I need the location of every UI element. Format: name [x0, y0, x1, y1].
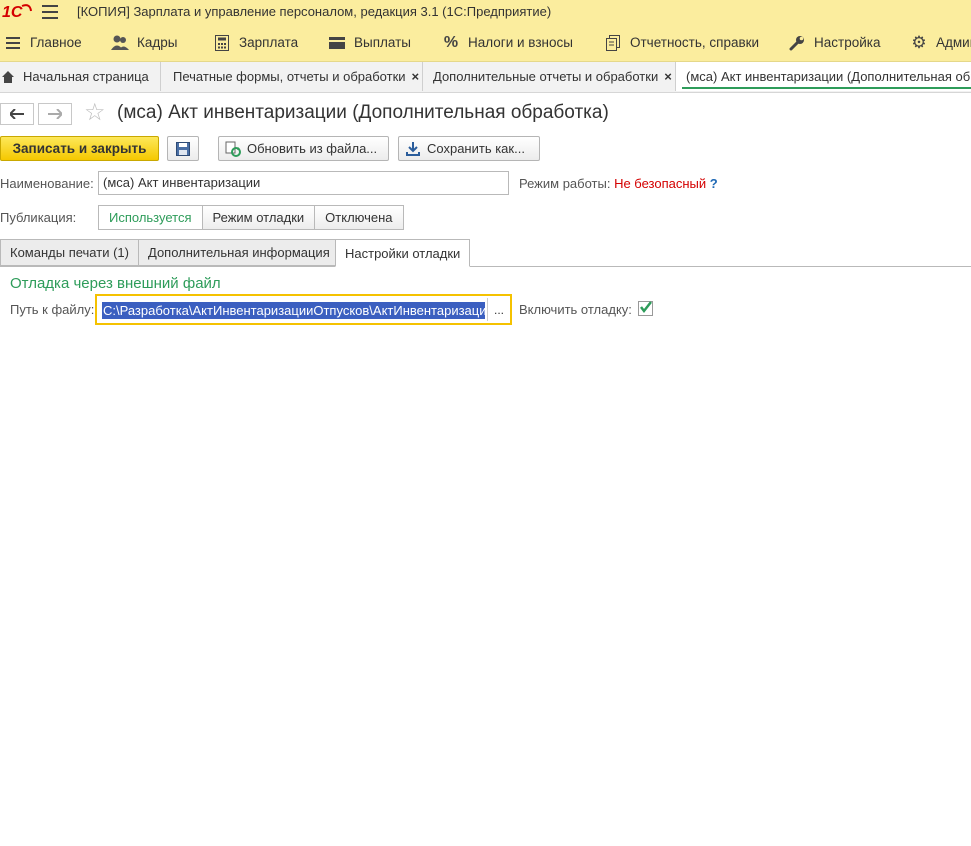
tab-label: Дополнительные отчеты и обработки [433, 69, 659, 84]
publication-label: Публикация: [0, 210, 77, 225]
tab-print-forms[interactable]: Печатные формы, отчеты и обработки × [161, 62, 423, 91]
sections-panel: Главное Кадры Зарплата Выплаты % Налоги … [0, 24, 971, 62]
enable-debug-label: Включить отладку: [519, 302, 632, 317]
checkmark-icon [640, 301, 652, 314]
save-and-close-button[interactable]: Записать и закрыть [0, 136, 159, 161]
section-admin[interactable]: ⚙ Админ [910, 24, 971, 61]
tab-print-commands[interactable]: Команды печати (1) [0, 239, 139, 266]
wrench-icon [788, 34, 806, 52]
name-label: Наименование: [0, 176, 94, 191]
section-taxes[interactable]: % Налоги и взносы [442, 24, 573, 61]
section-label: Настройка [814, 35, 881, 50]
reload-from-file-button[interactable]: Обновить из файла... [218, 136, 389, 161]
menu-icon [4, 34, 22, 52]
section-label: Отчетность, справки [630, 35, 760, 50]
section-salary[interactable]: Зарплата [213, 24, 298, 61]
tab-label: Печатные формы, отчеты и обработки [173, 69, 406, 84]
path-value[interactable]: C:\Разработка\АктИнвентаризацииОтпусков\… [102, 302, 485, 319]
save-as-button[interactable]: Сохранить как... [398, 136, 540, 161]
path-field[interactable]: C:\Разработка\АктИнвентаризацииОтпусков\… [95, 294, 512, 325]
close-icon[interactable]: × [412, 69, 420, 84]
button-label: Обновить из файла... [247, 141, 378, 156]
tab-label: (мса) Акт инвентаризации (Дополнительная… [686, 69, 971, 84]
button-label: Сохранить как... [427, 141, 525, 156]
people-icon [111, 34, 129, 52]
forward-button[interactable] [38, 103, 72, 125]
section-label: Главное [30, 35, 82, 50]
enable-debug-checkbox[interactable] [638, 301, 653, 316]
section-reports[interactable]: Отчетность, справки [604, 24, 759, 61]
section-hr[interactable]: Кадры [111, 24, 177, 61]
arrow-left-icon [10, 109, 24, 119]
main-menu-icon[interactable] [42, 5, 58, 19]
favorite-star-icon[interactable]: ☆ [84, 100, 106, 126]
section-label: Кадры [137, 35, 178, 50]
publication-switch: Используется Режим отладки Отключена [98, 205, 404, 230]
1c-logo-icon[interactable]: 1С [2, 2, 32, 20]
tab-home[interactable]: Начальная страница [0, 62, 161, 91]
title-bar: 1С [КОПИЯ] Зарплата и управление персона… [0, 0, 971, 24]
tab-additional-reports[interactable]: Дополнительные отчеты и обработки × [423, 62, 676, 91]
section-settings[interactable]: Настройка [788, 24, 880, 61]
section-label: Налоги и взносы [468, 35, 573, 50]
arrow-right-icon [48, 109, 62, 119]
download-icon [406, 141, 420, 156]
window-tabs-bar: Начальная страница Печатные формы, отчет… [0, 62, 971, 93]
debug-group-title: Отладка через внешний файл [10, 275, 221, 292]
tab-debug-settings[interactable]: Настройки отладки [335, 239, 470, 267]
gear-icon: ⚙ [911, 32, 927, 52]
wallet-icon [328, 34, 346, 52]
home-icon [2, 70, 14, 83]
help-icon[interactable]: ? [710, 176, 718, 191]
section-label: Админ [936, 35, 971, 50]
percent-icon: % [443, 33, 459, 51]
section-payments[interactable]: Выплаты [328, 24, 411, 61]
section-main[interactable]: Главное [4, 24, 82, 61]
reload-file-icon [225, 141, 241, 157]
tab-additional-info[interactable]: Дополнительная информация [138, 239, 336, 266]
active-tab-indicator [682, 87, 971, 89]
calculator-icon [213, 34, 231, 52]
name-field[interactable]: (мса) Акт инвентаризации [98, 171, 509, 195]
tab-label: Начальная страница [23, 69, 149, 84]
save-button[interactable] [167, 136, 199, 161]
section-label: Зарплата [239, 35, 299, 50]
window-title: [КОПИЯ] Зарплата и управление персоналом… [77, 4, 552, 19]
publication-option-debug[interactable]: Режим отладки [201, 205, 316, 230]
back-button[interactable] [0, 103, 34, 125]
mode-label-text: Режим работы: [519, 176, 611, 191]
publication-option-used[interactable]: Используется [98, 205, 203, 230]
form-title: (мса) Акт инвентаризации (Дополнительная… [117, 102, 609, 123]
floppy-disk-icon [176, 141, 190, 156]
mode-value[interactable]: Не безопасный [614, 176, 706, 191]
mode-label: Режим работы: Не безопасный ? [519, 176, 718, 191]
svg-text:1С: 1С [2, 4, 23, 20]
tabs-divider [0, 266, 971, 267]
choose-file-button[interactable]: ... [487, 298, 510, 321]
section-label: Выплаты [354, 35, 411, 50]
path-label: Путь к файлу: [10, 302, 95, 317]
publication-option-disabled[interactable]: Отключена [314, 205, 404, 230]
tab-current-form[interactable]: (мса) Акт инвентаризации (Дополнительная… [676, 62, 971, 91]
documents-icon [604, 34, 622, 52]
close-icon[interactable]: × [664, 69, 672, 84]
